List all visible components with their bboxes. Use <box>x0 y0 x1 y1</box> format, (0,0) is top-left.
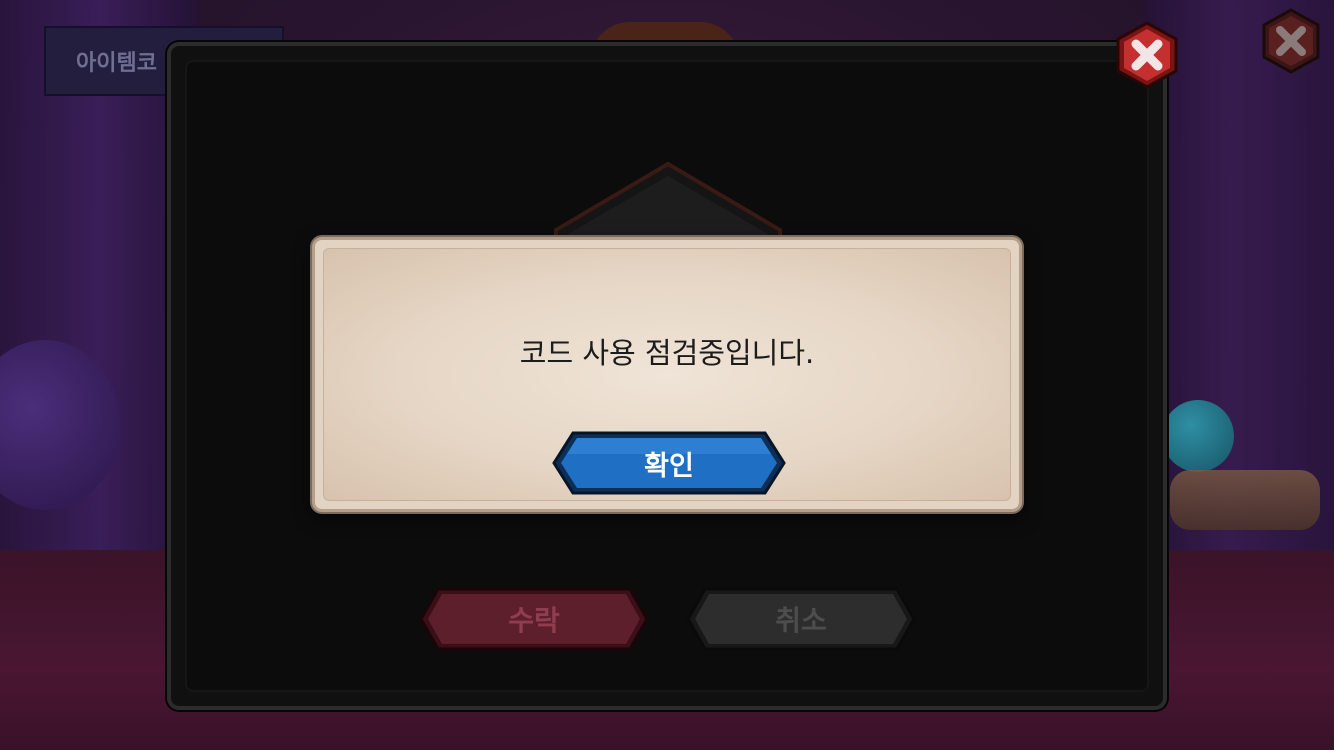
crystal-ball-right <box>1162 400 1234 472</box>
confirm-button-label: 확인 <box>644 450 694 482</box>
notice-message: 코드 사용 점검중입니다. <box>519 336 815 370</box>
item-code-tab-label: 아이템코 <box>76 51 157 76</box>
accept-button-label: 수락 <box>508 604 560 637</box>
scroll-decoration <box>1170 470 1320 530</box>
close-icon-background <box>1262 8 1320 74</box>
notice-popup: 코드 사용 점검중입니다. 확인 <box>312 237 1022 512</box>
cancel-button-label: 취소 <box>775 604 827 637</box>
cancel-button[interactable]: 취소 <box>685 586 917 652</box>
accept-button[interactable]: 수락 <box>418 586 650 652</box>
close-icon[interactable] <box>1112 20 1182 90</box>
confirm-button[interactable]: 확인 <box>551 430 787 496</box>
